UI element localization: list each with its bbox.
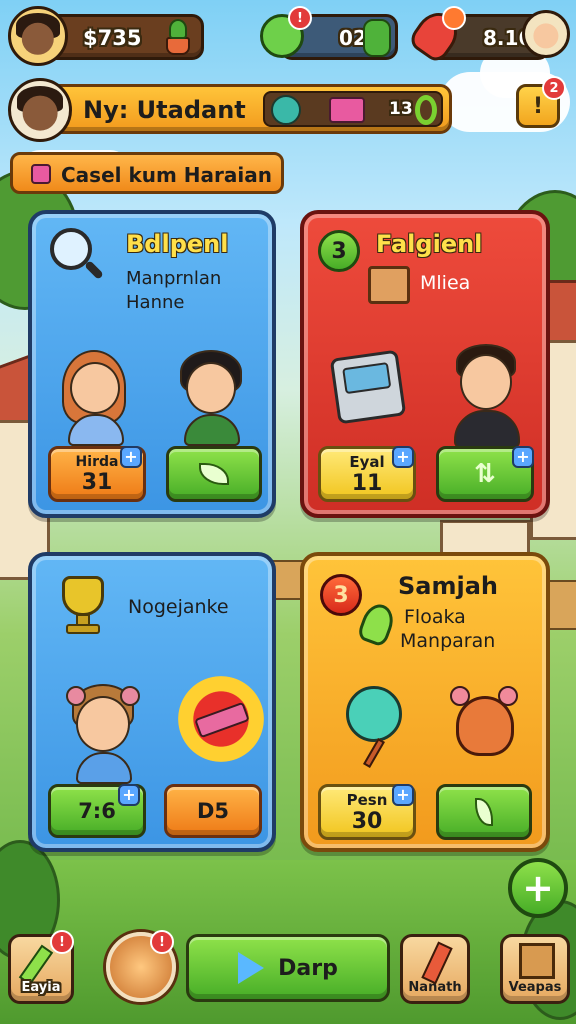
leaf-ring-icon xyxy=(415,95,437,125)
nav-right-1-label: Nanath xyxy=(408,980,462,995)
leaf-icon xyxy=(199,463,229,485)
add-button[interactable]: + xyxy=(508,858,568,918)
plant-pot-icon xyxy=(161,19,195,55)
swap-icon: ⇅ xyxy=(474,459,496,489)
nav-left-label: Eayia xyxy=(21,980,61,995)
shop-icon xyxy=(31,164,51,184)
gadget-icon xyxy=(329,349,407,425)
card-1-subtitle-1: Manprnlan xyxy=(126,268,222,289)
event-card-4[interactable]: 3 Samjah Floaka Manparan Pesn 30 + xyxy=(300,552,550,852)
crate-icon xyxy=(368,266,410,304)
card-4-leaf-button[interactable] xyxy=(436,784,532,840)
burst-lipstick-icon xyxy=(178,676,264,762)
card-4-stat-value: 30 xyxy=(351,808,383,834)
nav-left-badge: ! xyxy=(50,930,74,954)
event-card-1[interactable]: Bdlpenl Manprnlan Hanne Hirda 31 + xyxy=(28,210,276,518)
play-button[interactable]: Darp xyxy=(186,934,390,1002)
card-4-plus-icon[interactable]: + xyxy=(392,784,414,806)
girl-character xyxy=(60,350,142,446)
card-4-subtitle-2: Manparan xyxy=(400,630,496,652)
nav-right-2-button[interactable]: Veapas xyxy=(500,934,570,1004)
magnifier-icon xyxy=(50,228,106,284)
card-1-title: Bdlpenl xyxy=(126,230,229,258)
gear-badge-icon xyxy=(271,95,301,125)
shoe-icon xyxy=(356,600,398,648)
card-2-stat-label: Eyal xyxy=(349,452,385,471)
nav-right-2-label: Veapas xyxy=(508,980,562,995)
mail-badge: 2 xyxy=(542,76,566,100)
card-4-number-badge: 3 xyxy=(320,574,362,616)
quest-banner[interactable]: Casel kum Haraian xyxy=(10,152,284,194)
card-2-plus-icon-2[interactable]: + xyxy=(512,446,534,468)
card-4-subtitle-1: Floaka xyxy=(404,606,466,628)
cactus-icon xyxy=(363,19,391,57)
player-name: Ny: Utadant xyxy=(83,96,246,124)
quest-banner-text: Casel kum Haraian xyxy=(61,163,272,187)
card-4-title: Samjah xyxy=(398,572,498,600)
player-avatar[interactable] xyxy=(8,78,72,142)
card-4-stat-label: Pesn xyxy=(346,790,388,809)
kid-character xyxy=(62,684,146,784)
card-1-stat-label: Hirda xyxy=(75,453,119,470)
player-name-bar[interactable]: Ny: Utadant 13 xyxy=(40,84,452,134)
friend-avatar[interactable] xyxy=(522,10,570,58)
cookie-mouse-icon xyxy=(450,686,520,760)
card-3-stat-value: 7:6 xyxy=(78,799,116,823)
card-3-action-label: D5 xyxy=(196,799,230,823)
card-3-plus-icon[interactable]: + xyxy=(118,784,140,806)
card-1-stat-value: 31 xyxy=(81,469,113,495)
lollipop-candy-icon xyxy=(344,686,414,768)
player-avatar-small[interactable] xyxy=(8,6,68,66)
crate-nav-icon xyxy=(519,943,555,979)
trophy-icon xyxy=(54,576,114,636)
brush-icon xyxy=(421,941,453,985)
money-value: $735 xyxy=(83,26,142,50)
play-label: Darp xyxy=(278,955,338,981)
card-2-plus-icon[interactable]: + xyxy=(392,446,414,468)
boy-character xyxy=(176,350,252,446)
card-1-leaf-button[interactable] xyxy=(166,446,262,502)
gift-box-icon xyxy=(329,97,365,123)
coin-badge: ! xyxy=(150,930,174,954)
event-card-2[interactable]: 3 Falgienl Mliea Eyal 11 + ⇅ + xyxy=(300,210,550,518)
card-3-action-button[interactable]: D5 xyxy=(164,784,262,838)
card-2-stat-value: 11 xyxy=(351,470,383,496)
notification-dot-score xyxy=(442,6,466,30)
card-1-plus-icon[interactable]: + xyxy=(120,446,142,468)
man-character xyxy=(450,344,526,448)
card-2-number-badge: 3 xyxy=(318,230,360,272)
nav-right-1-button[interactable]: Nanath xyxy=(400,934,470,1004)
play-icon xyxy=(238,952,265,984)
card-2-subtitle-1: Mliea xyxy=(420,272,471,294)
card-1-subtitle-2: Hanne xyxy=(126,292,185,313)
card-3-title: Nogejanke xyxy=(128,596,229,618)
leaf-icon xyxy=(475,798,493,826)
card-2-title: Falgienl xyxy=(376,230,483,258)
event-card-3[interactable]: Nogejanke 7:6 + D5 xyxy=(28,552,276,852)
inventory-slot: 13 xyxy=(263,91,443,127)
notification-dot: ! xyxy=(288,6,312,30)
item-count: 13 xyxy=(389,99,413,119)
